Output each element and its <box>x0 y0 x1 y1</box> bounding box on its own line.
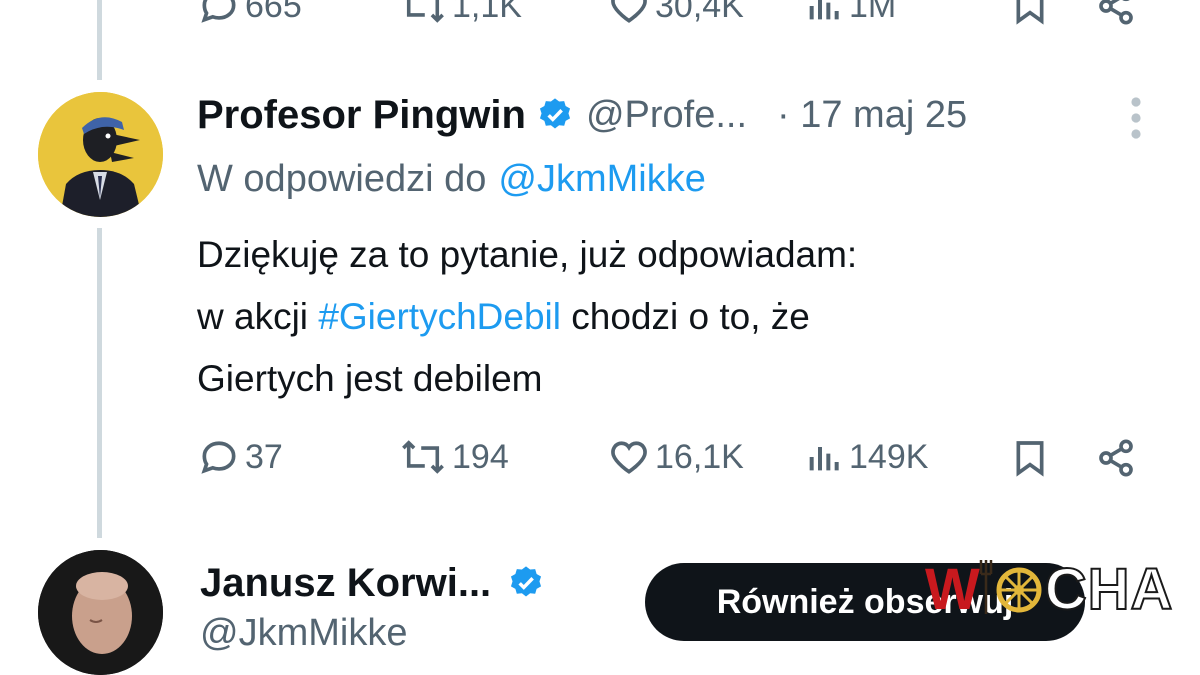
tweet-text-line-3: Giertych jest debilem <box>197 358 543 399</box>
views-icon <box>809 447 839 471</box>
wheel-icon <box>996 567 1042 612</box>
like-button[interactable]: 16,1K <box>607 435 744 479</box>
repost-count: 194 <box>452 437 509 476</box>
verified-badge-icon <box>511 566 542 597</box>
wiocha-watermark: W CHA <box>925 556 1173 623</box>
top-repost-count: 1,1K <box>452 0 522 25</box>
author-handle[interactable]: @Profe... <box>586 94 747 137</box>
views-button[interactable]: 149K <box>805 435 928 479</box>
top-share-button[interactable] <box>1094 0 1138 31</box>
tweet-text-line-2: w akcji #GiertychDebil chodzi o to, że <box>197 286 1097 348</box>
reply-context: W odpowiedzi do @JkmMikke <box>197 152 706 206</box>
top-repost-button[interactable]: 1,1K <box>398 0 522 28</box>
views-count: 149K <box>849 437 929 476</box>
tweet-date[interactable]: · 17 maj 25 <box>777 94 967 137</box>
avatar-profesor-pingwin[interactable] <box>38 92 163 217</box>
tweet-text-line-1: Dziękuję za to pytanie, już odpowiadam: <box>197 234 858 275</box>
share-button[interactable] <box>1094 438 1138 483</box>
reply-icon <box>201 0 236 23</box>
top-views-button[interactable]: 1M <box>805 0 896 28</box>
top-like-button[interactable]: 30,4K <box>607 0 744 28</box>
heart-icon <box>611 441 647 474</box>
bookmark-button[interactable] <box>1010 438 1050 483</box>
more-vertical-icon <box>1131 97 1141 139</box>
penguin-avatar-image <box>38 92 163 217</box>
man-avatar-image <box>38 550 163 675</box>
views-icon <box>809 0 839 20</box>
bookmark-icon <box>1016 441 1044 477</box>
avatar-janusz-korwin[interactable] <box>38 550 163 675</box>
pitchfork-icon <box>979 559 992 614</box>
next-author-name[interactable]: Janusz Korwi... <box>200 561 491 606</box>
heart-icon <box>611 0 647 23</box>
share-icon <box>1099 0 1133 25</box>
repost-icon <box>406 0 444 23</box>
top-reply-count: 665 <box>245 0 302 25</box>
like-count: 16,1K <box>655 437 744 476</box>
verified-badge-icon <box>539 98 570 129</box>
tweet-text: Dziękuję za to pytanie, już odpowiadam: … <box>197 224 1097 410</box>
reply-button[interactable]: 37 <box>197 435 283 479</box>
watermark-letter-w: W <box>925 557 981 622</box>
author-name[interactable]: Profesor Pingwin <box>197 93 526 138</box>
top-views-count: 1M <box>849 0 897 25</box>
thread-line-top <box>97 0 102 80</box>
next-tweet-header: Janusz Korwi... <box>200 556 545 610</box>
share-icon <box>1099 439 1133 477</box>
thread-line-middle <box>97 228 102 538</box>
reply-prefix: W odpowiedzi do <box>197 157 487 200</box>
tweet-header: Profesor Pingwin @Profe... · 17 maj 25 <box>197 88 967 142</box>
reply-to-handle[interactable]: @JkmMikke <box>498 158 705 201</box>
top-bookmark-button[interactable] <box>1010 0 1050 31</box>
bookmark-icon <box>1016 0 1044 25</box>
reply-icon <box>201 441 236 474</box>
tweet-text-after-hashtag: chodzi o to, że <box>571 296 810 337</box>
reply-count: 37 <box>245 437 283 476</box>
top-like-count: 30,4K <box>655 0 744 25</box>
repost-button[interactable]: 194 <box>398 435 509 479</box>
hashtag-link[interactable]: #GiertychDebil <box>318 296 561 337</box>
tweet-text-before-hashtag: w akcji <box>197 296 309 337</box>
repost-icon <box>402 440 444 474</box>
next-author-handle[interactable]: @JkmMikke <box>200 612 407 655</box>
top-reply-button[interactable]: 665 <box>197 0 302 28</box>
more-options-button[interactable] <box>1126 96 1146 145</box>
watermark-letters-cha: CHA <box>1044 556 1174 623</box>
